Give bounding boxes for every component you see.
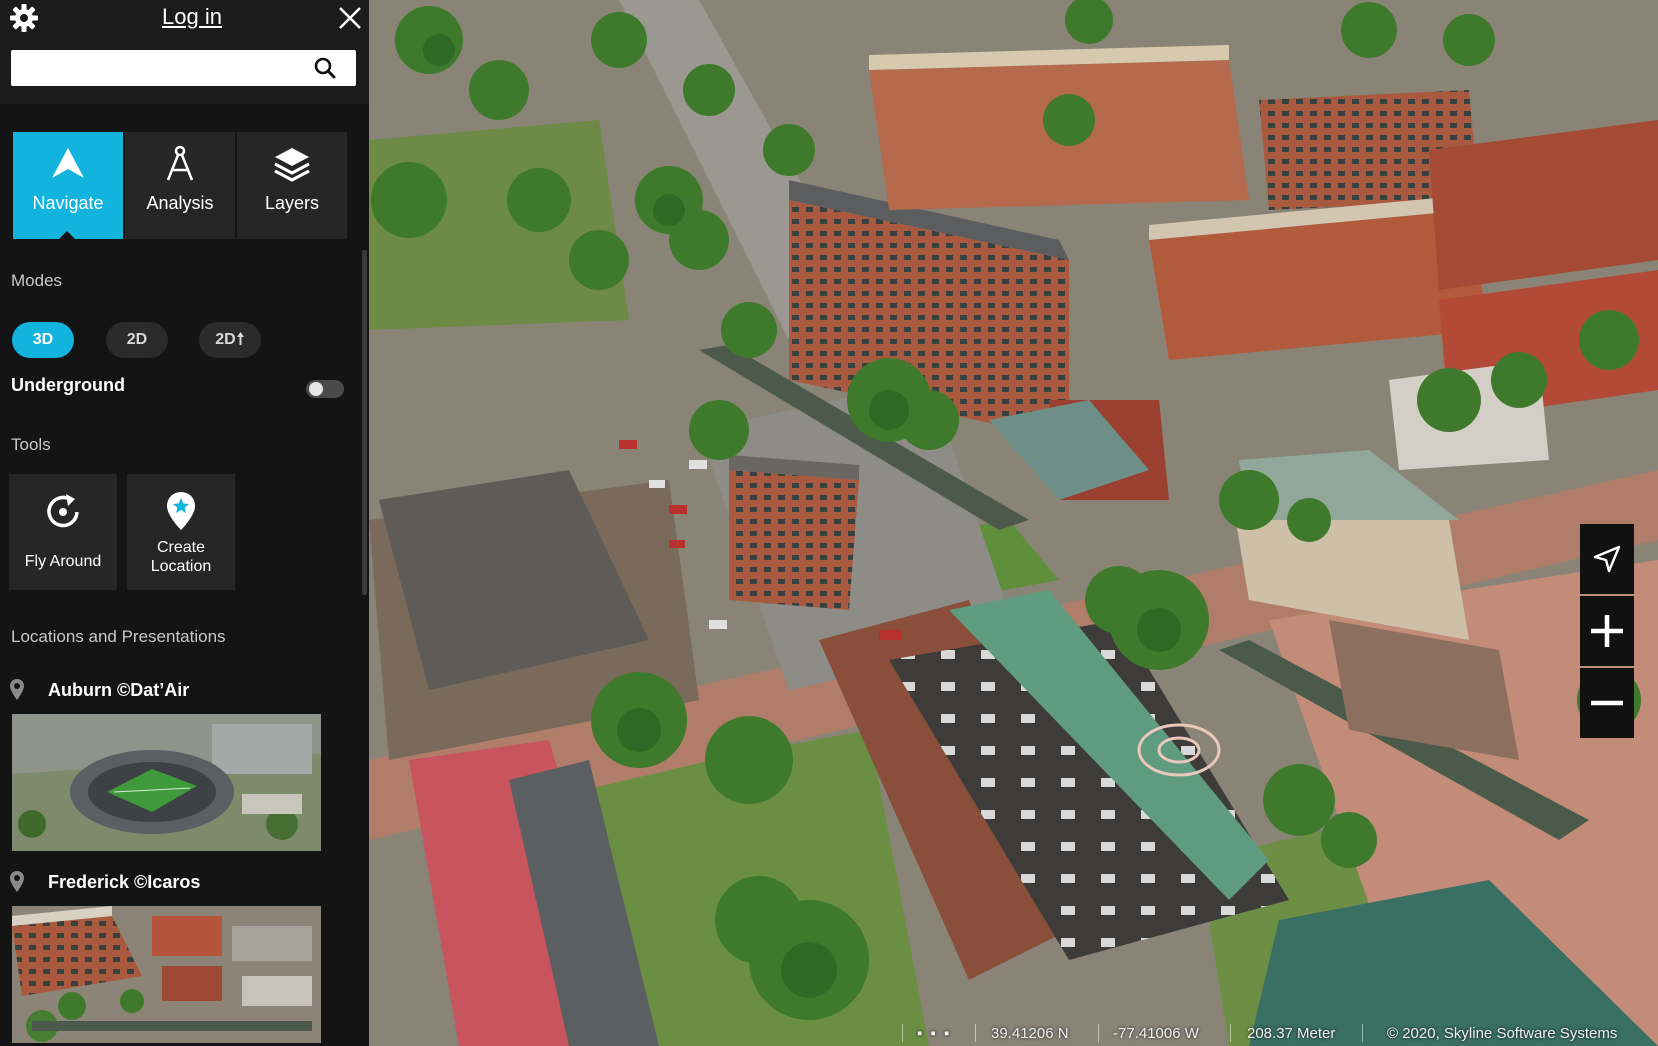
status-divider (1230, 1024, 1231, 1042)
status-menu-dots[interactable]: ▪ ▪ ▪ (917, 1025, 951, 1042)
zoom-in-button[interactable] (1580, 596, 1634, 666)
tab-navigate[interactable]: Navigate (13, 132, 123, 240)
location-auburn[interactable]: Auburn ©Dat’Air (48, 680, 189, 701)
tab-layers[interactable]: Layers (237, 132, 347, 239)
compass-tool-icon (166, 145, 194, 181)
side-panel: Log in Navigate Analysis Layers Modes 3D… (0, 0, 369, 1046)
latitude-readout: 39.41206 N (991, 1025, 1069, 1042)
panel-header: Log in (0, 0, 369, 104)
tab-label: Navigate (32, 193, 104, 213)
stadium-thumbnail-image (12, 714, 321, 851)
zoom-in-icon (1591, 615, 1623, 647)
search-icon[interactable] (310, 54, 340, 82)
underground-toggle[interactable] (306, 380, 344, 398)
compass-pointer-button[interactable] (1580, 524, 1634, 594)
zoom-out-button[interactable] (1580, 668, 1634, 738)
copyright-text: © 2020, Skyline Software Systems (1387, 1025, 1618, 1042)
mode-2d-button[interactable]: 2D (106, 322, 168, 358)
panel-scrollbar[interactable] (362, 250, 367, 595)
mode-label: 2D (126, 331, 148, 348)
status-divider (1362, 1024, 1363, 1042)
fly-around-button[interactable]: Fly Around (9, 474, 117, 590)
close-icon[interactable] (334, 2, 366, 34)
mode-label: 3D (32, 331, 54, 348)
location-pin-icon (10, 871, 24, 892)
status-divider (902, 1024, 903, 1042)
fly-around-icon (47, 494, 79, 528)
tool-label: Fly Around (24, 553, 102, 570)
longitude-readout: -77.41006 W (1113, 1025, 1199, 1042)
underground-label: Underground (11, 375, 125, 395)
navigate-arrow-icon (52, 148, 84, 178)
tool-label-line: Location (150, 558, 212, 575)
north-arrow-icon (236, 332, 244, 345)
mode-2d-north-button[interactable]: 2D (199, 322, 261, 358)
town-thumbnail-image (12, 906, 321, 1043)
create-location-button[interactable]: Create Location (127, 474, 235, 590)
status-divider (975, 1024, 976, 1042)
search-input[interactable] (11, 50, 356, 86)
zoom-out-icon (1591, 700, 1623, 706)
city-3d-scene[interactable] (369, 0, 1658, 1046)
location-pin-icon (10, 679, 24, 700)
stadium-aerial-thumbnail[interactable] (12, 714, 321, 851)
modes-title: Modes (11, 271, 63, 290)
locations-title: Locations and Presentations (11, 627, 226, 646)
tool-label-line: Create (156, 539, 206, 556)
altitude-readout: 208.37 Meter (1247, 1025, 1336, 1042)
tool-label: Create Location (131, 538, 231, 576)
mode-3d-button[interactable]: 3D (12, 322, 74, 358)
map-viewport[interactable] (369, 0, 1658, 1046)
login-link[interactable]: Log in (150, 4, 234, 30)
mode-label: 2D (215, 331, 236, 348)
map-pin-star-icon (167, 492, 195, 530)
toggle-knob (309, 382, 323, 396)
layers-stack-icon (274, 148, 310, 182)
tab-label: Layers (264, 193, 320, 213)
status-divider (1098, 1024, 1099, 1042)
tab-label: Analysis (146, 193, 214, 213)
tab-analysis[interactable]: Analysis (125, 132, 235, 239)
compass-pointer-icon (1593, 545, 1621, 573)
gear-icon[interactable] (8, 2, 40, 34)
tools-title: Tools (11, 435, 51, 454)
town-aerial-thumbnail[interactable] (12, 906, 321, 1043)
location-frederick[interactable]: Frederick ©Icaros (48, 872, 200, 893)
status-bar: ▪ ▪ ▪ 39.41206 N -77.41006 W 208.37 Mete… (369, 1020, 1658, 1046)
